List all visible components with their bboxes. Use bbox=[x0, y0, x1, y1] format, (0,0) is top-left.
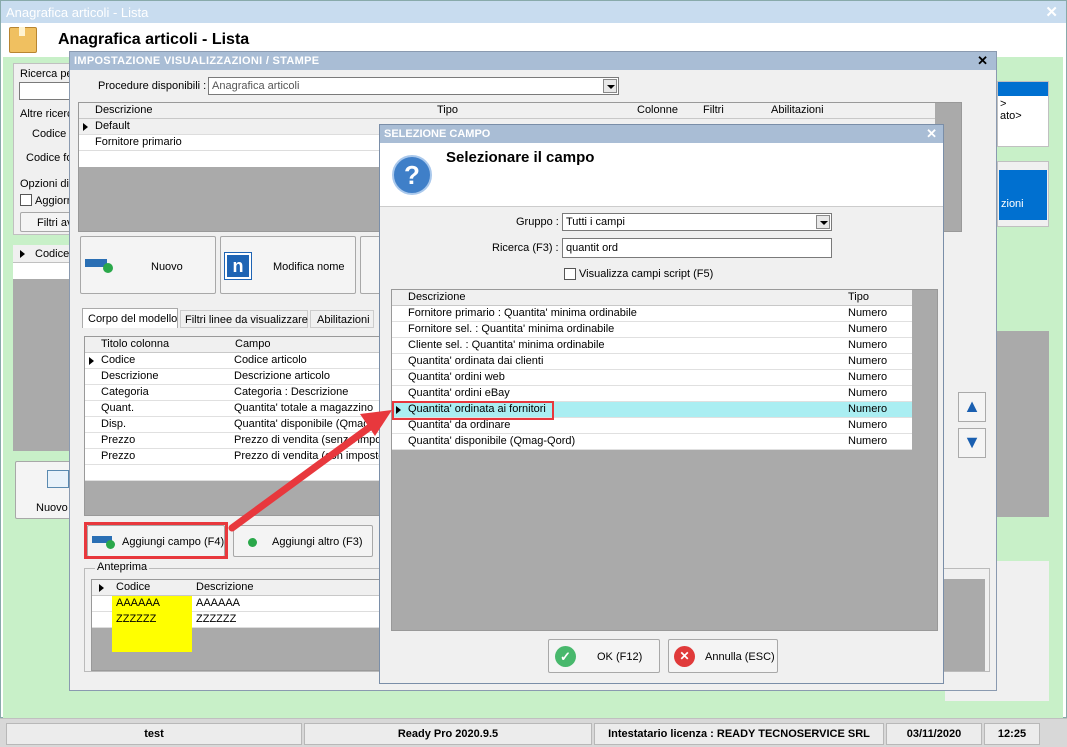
status-time: 12:25 bbox=[984, 723, 1040, 745]
annotation-arrow bbox=[228, 410, 392, 532]
status-date: 03/11/2020 bbox=[886, 723, 982, 745]
status-license: Intestatario licenza : READY TECNOSERVIC… bbox=[594, 723, 884, 745]
status-version: Ready Pro 2020.9.5 bbox=[304, 723, 592, 745]
status-user: test bbox=[6, 723, 302, 745]
statusbar: test Ready Pro 2020.9.5 Intestatario lic… bbox=[0, 718, 1067, 747]
